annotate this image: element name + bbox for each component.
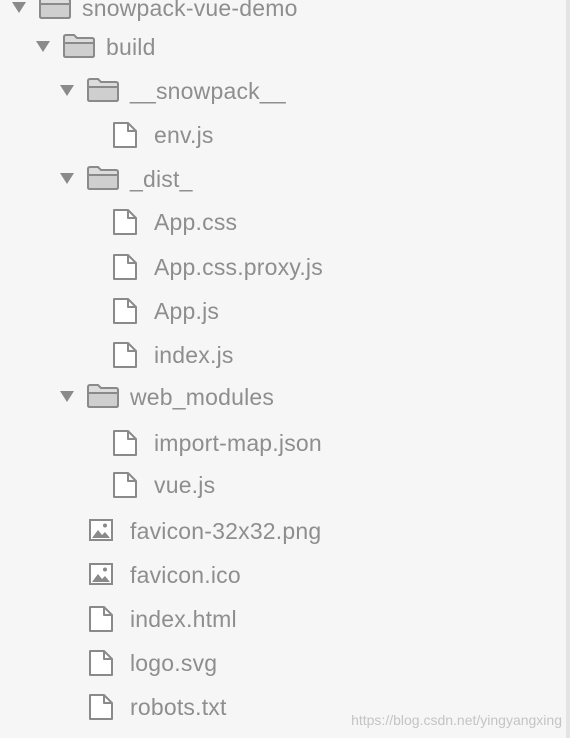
tree-row-label: snowpack-vue-demo [82, 0, 298, 21]
image-file-icon [88, 517, 114, 548]
tree-row-app-css[interactable]: App.css [0, 200, 566, 244]
tree-row-label: import-map.json [154, 430, 322, 456]
tree-row-label: __snowpack__ [130, 78, 286, 104]
folder-icon [38, 0, 72, 25]
file-icon [112, 471, 138, 504]
tree-row-env-js[interactable]: env.js [0, 113, 566, 157]
tree-row-label: favicon-32x32.png [130, 518, 322, 544]
file-icon [112, 429, 138, 462]
tree-row-app-js[interactable]: App.js [0, 289, 566, 333]
tree-row-logo-svg[interactable]: logo.svg [0, 641, 566, 685]
folder-icon [62, 33, 96, 64]
tree-row-label: vue.js [154, 472, 216, 498]
chevron-down-icon[interactable] [60, 85, 74, 96]
tree-row-label: env.js [154, 122, 214, 148]
tree-row-app-css-proxy[interactable]: App.css.proxy.js [0, 245, 566, 289]
tree-row-label: App.css [154, 209, 238, 235]
file-icon [88, 693, 114, 726]
tree-row-label: index.html [130, 606, 237, 632]
tree-row-label: robots.txt [130, 694, 227, 720]
tree-row-label: App.css.proxy.js [154, 254, 323, 280]
tree-row-label: _dist_ [130, 166, 193, 192]
tree-row-build-folder[interactable]: build [0, 25, 566, 69]
tree-row-index-html[interactable]: index.html [0, 597, 566, 641]
tree-row-index-js[interactable]: index.js [0, 333, 566, 377]
tree-row-label: build [106, 34, 156, 60]
file-icon [112, 297, 138, 330]
folder-icon [86, 77, 120, 108]
tree-row-label: web_modules [130, 384, 275, 410]
tree-row-import-map-json[interactable]: import-map.json [0, 421, 566, 465]
chevron-down-icon[interactable] [12, 2, 26, 13]
image-file-icon [88, 561, 114, 592]
tree-row-favicon-ico[interactable]: favicon.ico [0, 553, 566, 597]
tree-row-dist-folder[interactable]: _dist_ [0, 157, 566, 201]
tree-row-label: favicon.ico [130, 562, 241, 588]
tree-row-label: logo.svg [130, 650, 218, 676]
watermark-text: https://blog.csdn.net/yingyangxing [351, 712, 562, 728]
tree-row-web-modules-folder[interactable]: web_modules [0, 375, 566, 419]
folder-icon [86, 383, 120, 414]
folder-icon [86, 165, 120, 196]
tree-row-label: index.js [154, 342, 234, 368]
file-icon [88, 605, 114, 638]
chevron-down-icon[interactable] [60, 173, 74, 184]
tree-row-label: App.js [154, 298, 220, 324]
tree-row-vue-js[interactable]: vue.js [0, 463, 566, 507]
file-icon [112, 121, 138, 154]
tree-row-favicon-png[interactable]: favicon-32x32.png [0, 509, 566, 553]
file-icon [88, 649, 114, 682]
chevron-down-icon[interactable] [36, 41, 50, 52]
panel-divider [566, 0, 570, 738]
file-icon [112, 253, 138, 286]
tree-row-snowpack-folder[interactable]: __snowpack__ [0, 69, 566, 113]
chevron-down-icon[interactable] [60, 391, 74, 402]
file-icon [112, 341, 138, 374]
file-tree: snowpack-vue-demo build __snowpack__ env… [0, 0, 566, 738]
file-icon [112, 208, 138, 241]
